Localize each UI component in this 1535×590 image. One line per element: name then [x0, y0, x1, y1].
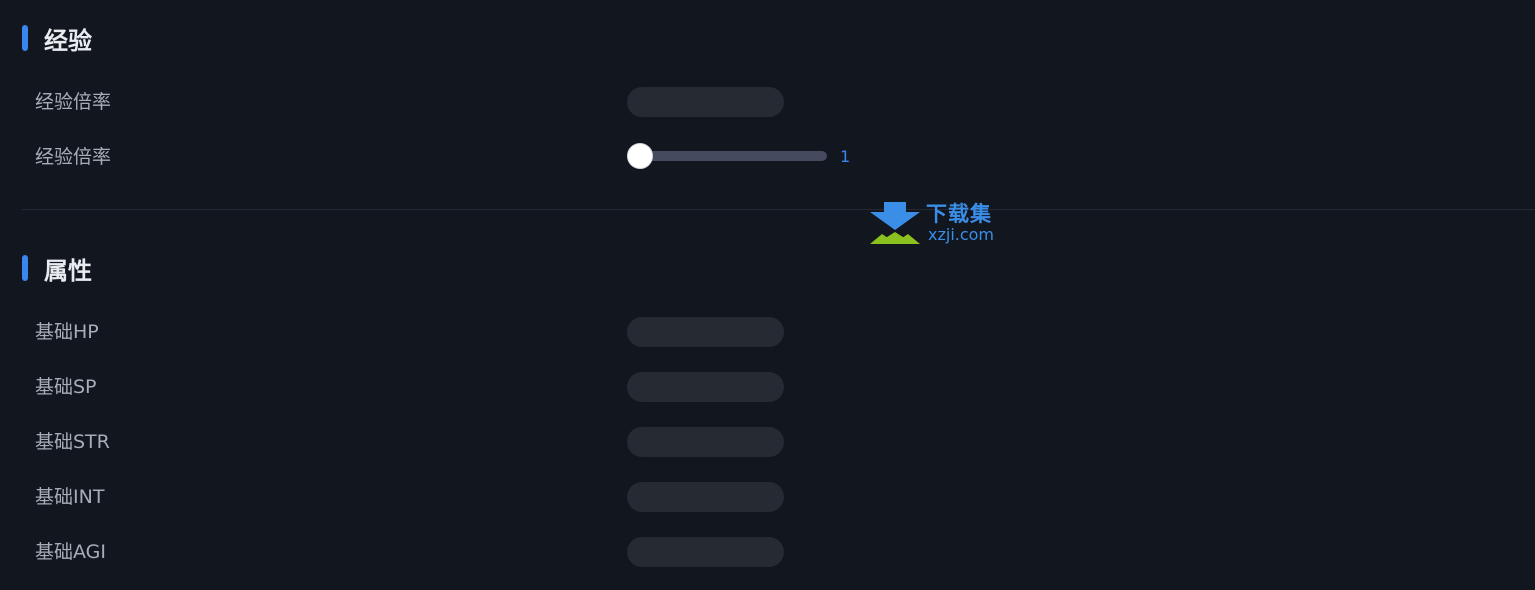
base-str-input[interactable] [627, 427, 784, 457]
watermark-arrow-icon [870, 202, 920, 244]
section-divider [22, 209, 1535, 210]
section-title-text: 经验 [44, 26, 92, 55]
section-title-experience: 经验 [22, 24, 92, 55]
row-label-base-str: 基础STR [35, 431, 110, 453]
row-label-base-agi: 基础AGI [35, 541, 106, 563]
base-hp-input-group: 修改 [627, 317, 784, 347]
exp-rate-input[interactable] [627, 87, 784, 117]
row-label-base-sp: 基础SP [35, 376, 97, 398]
section-title-text: 属性 [44, 256, 92, 285]
watermark-logo: 下载集 xzji.com [868, 202, 1013, 248]
row-label-base-int: 基础INT [35, 486, 105, 508]
row-label-exp-rate-slider: 经验倍率 [35, 146, 112, 168]
slider-thumb[interactable] [627, 143, 653, 169]
base-sp-input[interactable] [627, 372, 784, 402]
section-accent-bar [22, 255, 28, 281]
slider-value: 1 [840, 147, 851, 166]
section-title-attributes: 属性 [22, 254, 92, 285]
base-int-input-group: 修改 [627, 482, 784, 512]
watermark-text-cn: 下载集 [926, 202, 992, 226]
base-str-input-group: 修改 [627, 427, 784, 457]
slider-track[interactable] [631, 151, 827, 161]
settings-page: 经验 经验倍率 修改 经验倍率 1 下载集 xzji.com 属性 基础HP 修… [0, 0, 1535, 590]
base-int-input[interactable] [627, 482, 784, 512]
exp-rate-slider[interactable] [627, 143, 829, 169]
row-label-exp-rate: 经验倍率 [35, 91, 112, 113]
base-agi-input[interactable] [627, 537, 784, 567]
base-sp-input-group: 修改 [627, 372, 784, 402]
watermark-text-en: xzji.com [928, 225, 995, 244]
exp-rate-input-group: 修改 [627, 87, 784, 117]
base-agi-input-group: 修改 [627, 537, 784, 567]
base-hp-input[interactable] [627, 317, 784, 347]
row-label-base-hp: 基础HP [35, 321, 99, 343]
section-accent-bar [22, 25, 28, 51]
